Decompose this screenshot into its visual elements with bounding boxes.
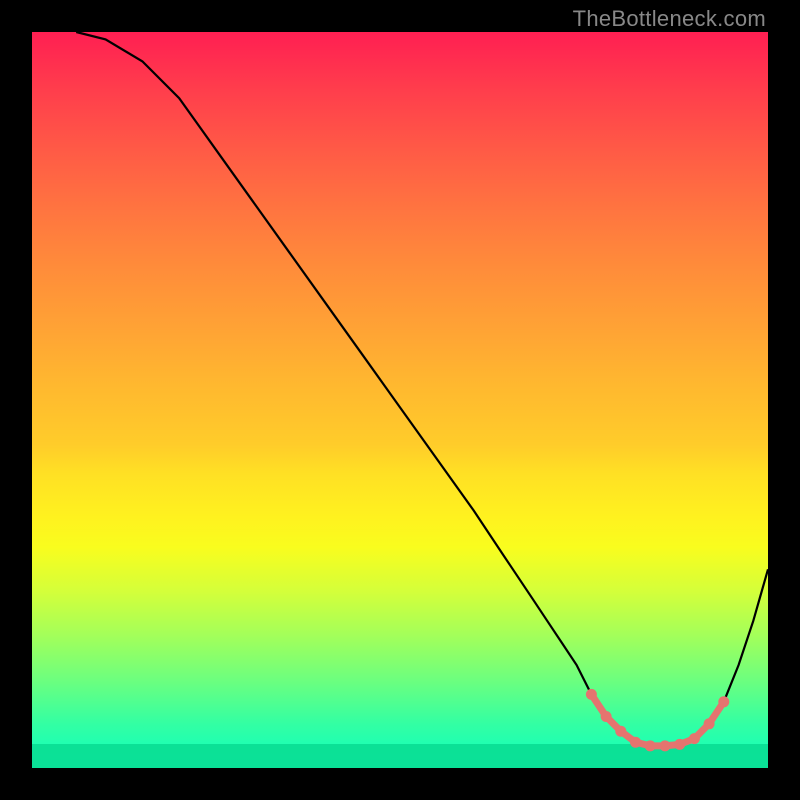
plot-area: [32, 32, 768, 768]
chart-overlay: [32, 32, 768, 768]
bottleneck-curve: [76, 32, 768, 746]
watermark-text: TheBottleneck.com: [573, 6, 766, 32]
chart-frame: TheBottleneck.com: [0, 0, 800, 800]
highlight-dots: [586, 689, 729, 752]
